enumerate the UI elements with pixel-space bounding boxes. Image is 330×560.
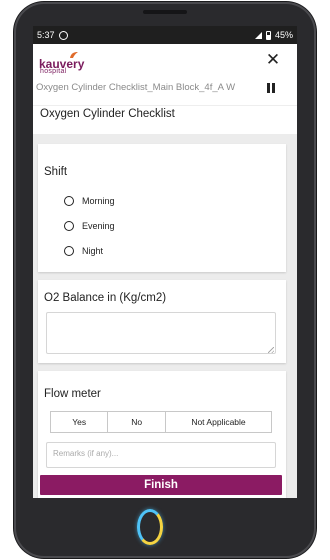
home-button[interactable]	[137, 509, 163, 545]
radio-label: Evening	[82, 221, 115, 231]
status-time: 5:37	[37, 30, 55, 40]
flow-meter-label: Flow meter	[44, 388, 101, 400]
shift-card: Shift Morning Evening Night	[38, 144, 286, 272]
radio-option-morning[interactable]: Morning	[64, 196, 115, 206]
radio-circle-icon[interactable]	[64, 246, 74, 256]
option-not-applicable-button[interactable]: Not Applicable	[166, 412, 271, 432]
kauvery-logo: kauvery hospital	[39, 50, 111, 76]
pause-icon[interactable]	[267, 83, 275, 93]
radio-circle-icon[interactable]	[64, 196, 74, 206]
app-screen: 5:37 45% kauvery hospital ✕ Oxygen Cylin…	[33, 26, 297, 498]
finish-button[interactable]: Finish	[40, 475, 282, 495]
close-icon[interactable]: ✕	[265, 51, 281, 68]
radio-label: Morning	[82, 196, 115, 206]
shift-label: Shift	[44, 166, 68, 178]
radio-option-night[interactable]: Night	[64, 246, 103, 256]
radio-option-evening[interactable]: Evening	[64, 221, 115, 231]
form-content: Shift Morning Evening Night O2 Balance i…	[33, 134, 297, 498]
status-bar: 5:37 45%	[33, 26, 297, 44]
o2-balance-card: O2 Balance in (Kg/cm2)	[38, 280, 286, 363]
radio-circle-icon[interactable]	[64, 221, 74, 231]
o2-balance-label: O2 Balance in (Kg/cm2)	[44, 292, 167, 304]
option-yes-button[interactable]: Yes	[51, 412, 109, 432]
remarks-input[interactable]: Remarks (if any)...	[46, 442, 276, 468]
battery-icon	[265, 30, 271, 40]
resize-grip-icon[interactable]	[268, 347, 274, 353]
page-title: Oxygen Cylinder Checklist	[33, 106, 297, 134]
radio-label: Night	[82, 246, 104, 256]
battery-level: 45%	[274, 30, 293, 40]
logo-subtext: hospital	[40, 68, 67, 75]
flow-meter-options: Yes No Not Applicable	[50, 411, 272, 433]
form-subtitle: Oxygen Cylinder Checklist_Main Block_4f_…	[36, 82, 236, 93]
phone-speaker	[143, 10, 187, 14]
o2-balance-input[interactable]	[46, 312, 276, 354]
option-no-button[interactable]: No	[108, 412, 166, 432]
whatsapp-icon	[58, 30, 68, 40]
app-header: kauvery hospital ✕ Oxygen Cylinder Check…	[33, 44, 297, 106]
signal-icon	[254, 31, 262, 39]
